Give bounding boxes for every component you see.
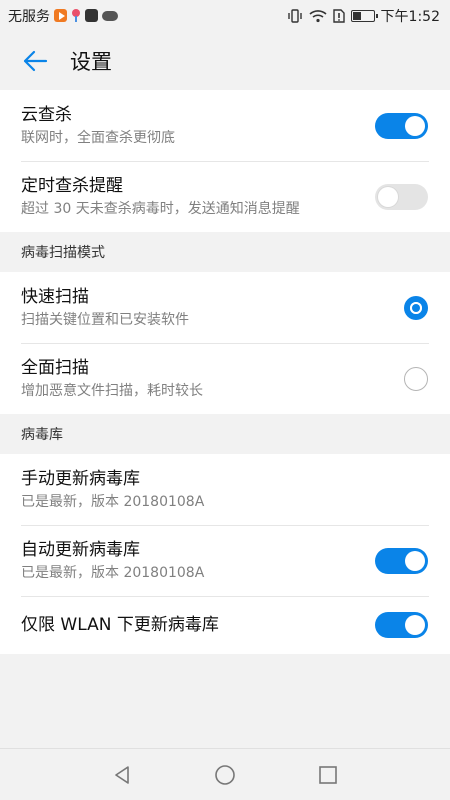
quick-scan-row[interactable]: 快速扫描 扫描关键位置和已安装软件 (0, 272, 450, 343)
carrier-text: 无服务 (8, 8, 50, 25)
video-app-icon (54, 9, 67, 22)
row-title: 快速扫描 (21, 286, 89, 307)
status-left: 无服务 (8, 6, 118, 26)
section-header-virus-db: 病毒库 (0, 414, 450, 454)
home-circle-icon (215, 764, 235, 785)
vibrate-icon (287, 8, 303, 23)
row-subtitle: 联网时，全面查杀更彻底 (21, 129, 175, 146)
status-bar: 无服务 下午1:52 (0, 0, 450, 31)
virus-db-card: 手动更新病毒库 已是最新，版本 20180108A 自动更新病毒库 已是最新，版… (0, 454, 450, 654)
row-title: 定时查杀提醒 (21, 175, 123, 196)
scan-mode-card: 快速扫描 扫描关键位置和已安装软件 全面扫描 增加恶意文件扫描，耗时较长 (0, 272, 450, 414)
clock-text: 下午1:52 (380, 8, 440, 25)
row-subtitle: 已是最新，版本 20180108A (21, 564, 205, 581)
scheduled-scan-reminder-row[interactable]: 定时查杀提醒 超过 30 天未查杀病毒时，发送通知消息提醒 (0, 161, 450, 232)
row-title: 仅限 WLAN 下更新病毒库 (21, 615, 219, 635)
battery-icon (350, 9, 378, 22)
sim-alert-icon (332, 8, 345, 23)
wlan-only-update-row[interactable]: 仅限 WLAN 下更新病毒库 (0, 596, 450, 654)
row-subtitle: 扫描关键位置和已安装软件 (21, 311, 189, 328)
back-button[interactable] (0, 31, 70, 90)
auto-update-toggle[interactable] (375, 547, 428, 574)
system-nav-bar (0, 748, 450, 800)
auto-update-row[interactable]: 自动更新病毒库 已是最新，版本 20180108A (0, 525, 450, 596)
page-title: 设置 (70, 49, 112, 74)
arrow-left-icon (23, 50, 48, 71)
settings-screen: 无服务 下午1:52 设置 云查杀 联网时，全面查杀更彻底 定时查杀提醒 超过 … (0, 0, 450, 800)
cloud-scan-toggle[interactable] (375, 112, 428, 139)
back-triangle-icon (114, 765, 129, 784)
nav-recents-button[interactable] (308, 755, 348, 795)
row-subtitle: 增加恶意文件扫描，耗时较长 (21, 382, 203, 399)
manual-update-row[interactable]: 手动更新病毒库 已是最新，版本 20180108A (0, 454, 450, 525)
full-scan-radio[interactable] (404, 366, 428, 391)
row-subtitle: 超过 30 天未查杀病毒时，发送通知消息提醒 (21, 200, 300, 217)
location-pin-icon (71, 8, 81, 23)
status-right: 下午1:52 (287, 6, 440, 26)
app-bar: 设置 (0, 31, 450, 90)
row-title: 全面扫描 (21, 357, 89, 378)
wifi-icon (309, 9, 327, 23)
row-title: 自动更新病毒库 (21, 539, 140, 560)
quick-scan-radio[interactable] (404, 295, 428, 320)
app-notification-icon (85, 9, 98, 22)
cloud-scan-card: 云查杀 联网时，全面查杀更彻底 定时查杀提醒 超过 30 天未查杀病毒时，发送通… (0, 90, 450, 232)
row-title: 手动更新病毒库 (21, 468, 140, 489)
settings-content: 云查杀 联网时，全面查杀更彻底 定时查杀提醒 超过 30 天未查杀病毒时，发送通… (0, 90, 450, 654)
row-subtitle: 已是最新，版本 20180108A (21, 493, 205, 510)
nav-home-button[interactable] (205, 755, 245, 795)
row-title: 云查杀 (21, 104, 72, 125)
cloud-icon (102, 10, 118, 21)
full-scan-row[interactable]: 全面扫描 增加恶意文件扫描，耗时较长 (0, 343, 450, 414)
nav-back-button[interactable] (102, 755, 142, 795)
wlan-only-update-toggle[interactable] (375, 612, 428, 638)
scheduled-scan-reminder-toggle[interactable] (375, 183, 428, 210)
recents-square-icon (319, 765, 338, 784)
section-header-scan-mode: 病毒扫描模式 (0, 232, 450, 272)
cloud-scan-row[interactable]: 云查杀 联网时，全面查杀更彻底 (0, 90, 450, 161)
